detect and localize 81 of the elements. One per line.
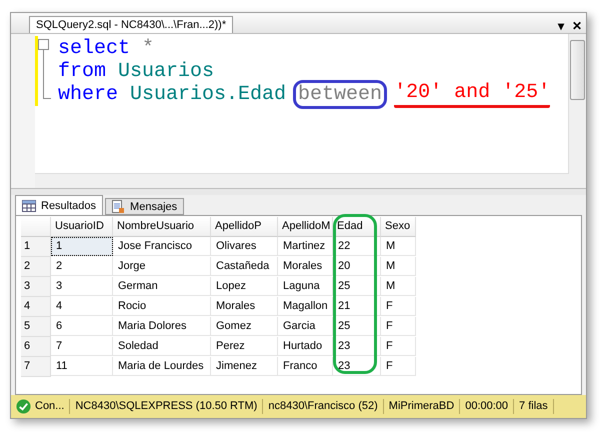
table-cell: F [381,337,416,356]
table-cell: Hurtado [278,337,333,356]
table-cell: Jimenez [211,357,278,376]
close-button[interactable]: ✕ [568,18,586,33]
table-cell: 25 [333,317,381,336]
table-cell: Lopez [211,277,278,296]
table-cell: 3 [51,277,113,296]
table-cell: 6 [51,317,113,336]
document-icon [112,200,126,214]
row-number[interactable]: 6 [21,337,51,358]
table-cell: German [113,277,211,296]
table-cell: 4 [51,297,113,316]
status-text: Con... [35,399,64,414]
code-token: Usuarios.Edad [130,82,286,106]
table-cell: Gomez [211,317,278,336]
vertical-scrollbar[interactable] [568,34,586,188]
table-cell: Soledad [113,337,211,356]
results-tab[interactable]: Mensajes [105,198,184,216]
table-cell: Maria Dolores [113,317,211,336]
table-cell: 25 [333,277,381,296]
table-cell: Castañeda [211,257,278,276]
column-header[interactable]: UsuarioID [51,217,113,238]
table-cell: M [381,237,416,256]
table-cell: Rocio [113,297,211,316]
status-text: nc8430\Francisco (52) [268,399,378,414]
row-number[interactable]: 3 [21,277,51,298]
document-tab[interactable]: SQLQuery2.sql - NC8430\...\Fran...2))* [29,16,234,33]
fold-line [43,50,51,99]
check-icon [16,399,31,414]
corner-header [21,217,51,238]
table-cell: Olivares [211,237,278,256]
table-cell: 23 [333,357,381,376]
table-cell: Jose Francisco [113,237,211,256]
row-number[interactable]: 2 [21,257,51,278]
table-cell: F [381,357,416,376]
status-text: NC8430\SQLEXPRESS (10.50 RTM) [75,399,258,414]
table-cell: Perez [211,337,278,356]
row-number[interactable]: 7 [21,357,51,378]
code-token: between [293,80,388,109]
code-token: Usuarios [118,60,214,83]
code-token: select [58,36,130,60]
table-cell: 2 [51,257,113,276]
column-header[interactable]: ApellidoP [211,217,278,238]
column-header[interactable]: NombreUsuario [113,217,211,238]
table-cell: Magallon [278,297,333,316]
grid-icon [22,200,36,212]
results-tab[interactable]: Resultados [15,195,104,216]
table-cell: Morales [278,257,333,276]
table-cell: 22 [333,237,381,256]
row-number[interactable]: 5 [21,317,51,338]
table-cell: Garcia [278,317,333,336]
code-token: from [58,60,106,83]
table-cell: Franco [278,357,333,376]
table-cell: 11 [51,357,113,376]
table-cell: M [381,277,416,296]
table-cell: 21 [333,297,381,316]
table-cell: F [381,317,416,336]
collapse-icon[interactable] [38,38,49,50]
table-cell: 7 [51,337,113,356]
status-text: 00:00:00 [465,399,508,414]
table-cell: 20 [333,257,381,276]
table-cell: Laguna [278,277,333,296]
column-header[interactable]: Sexo [381,217,416,238]
dropdown-button[interactable]: ▾ [554,18,568,33]
status-text: 7 filas [519,399,548,414]
status-text: MiPrimeraBD [388,399,454,414]
table-cell: F [381,297,416,316]
change-bar [35,36,38,106]
row-number[interactable]: 1 [21,237,51,258]
table-cell: Martinez [278,237,333,256]
code-token: * [142,36,154,60]
table-cell: M [381,257,416,276]
table-cell: Jorge [113,257,211,276]
code-token: '20' and '25' [394,80,550,108]
table-cell: 1 [51,237,113,256]
table-cell: 23 [333,337,381,356]
column-header[interactable]: ApellidoM [278,217,333,238]
table-cell: Maria de Lourdes [113,357,211,376]
row-number[interactable]: 4 [21,297,51,318]
table-cell: Morales [211,297,278,316]
code-token: where [58,82,118,106]
